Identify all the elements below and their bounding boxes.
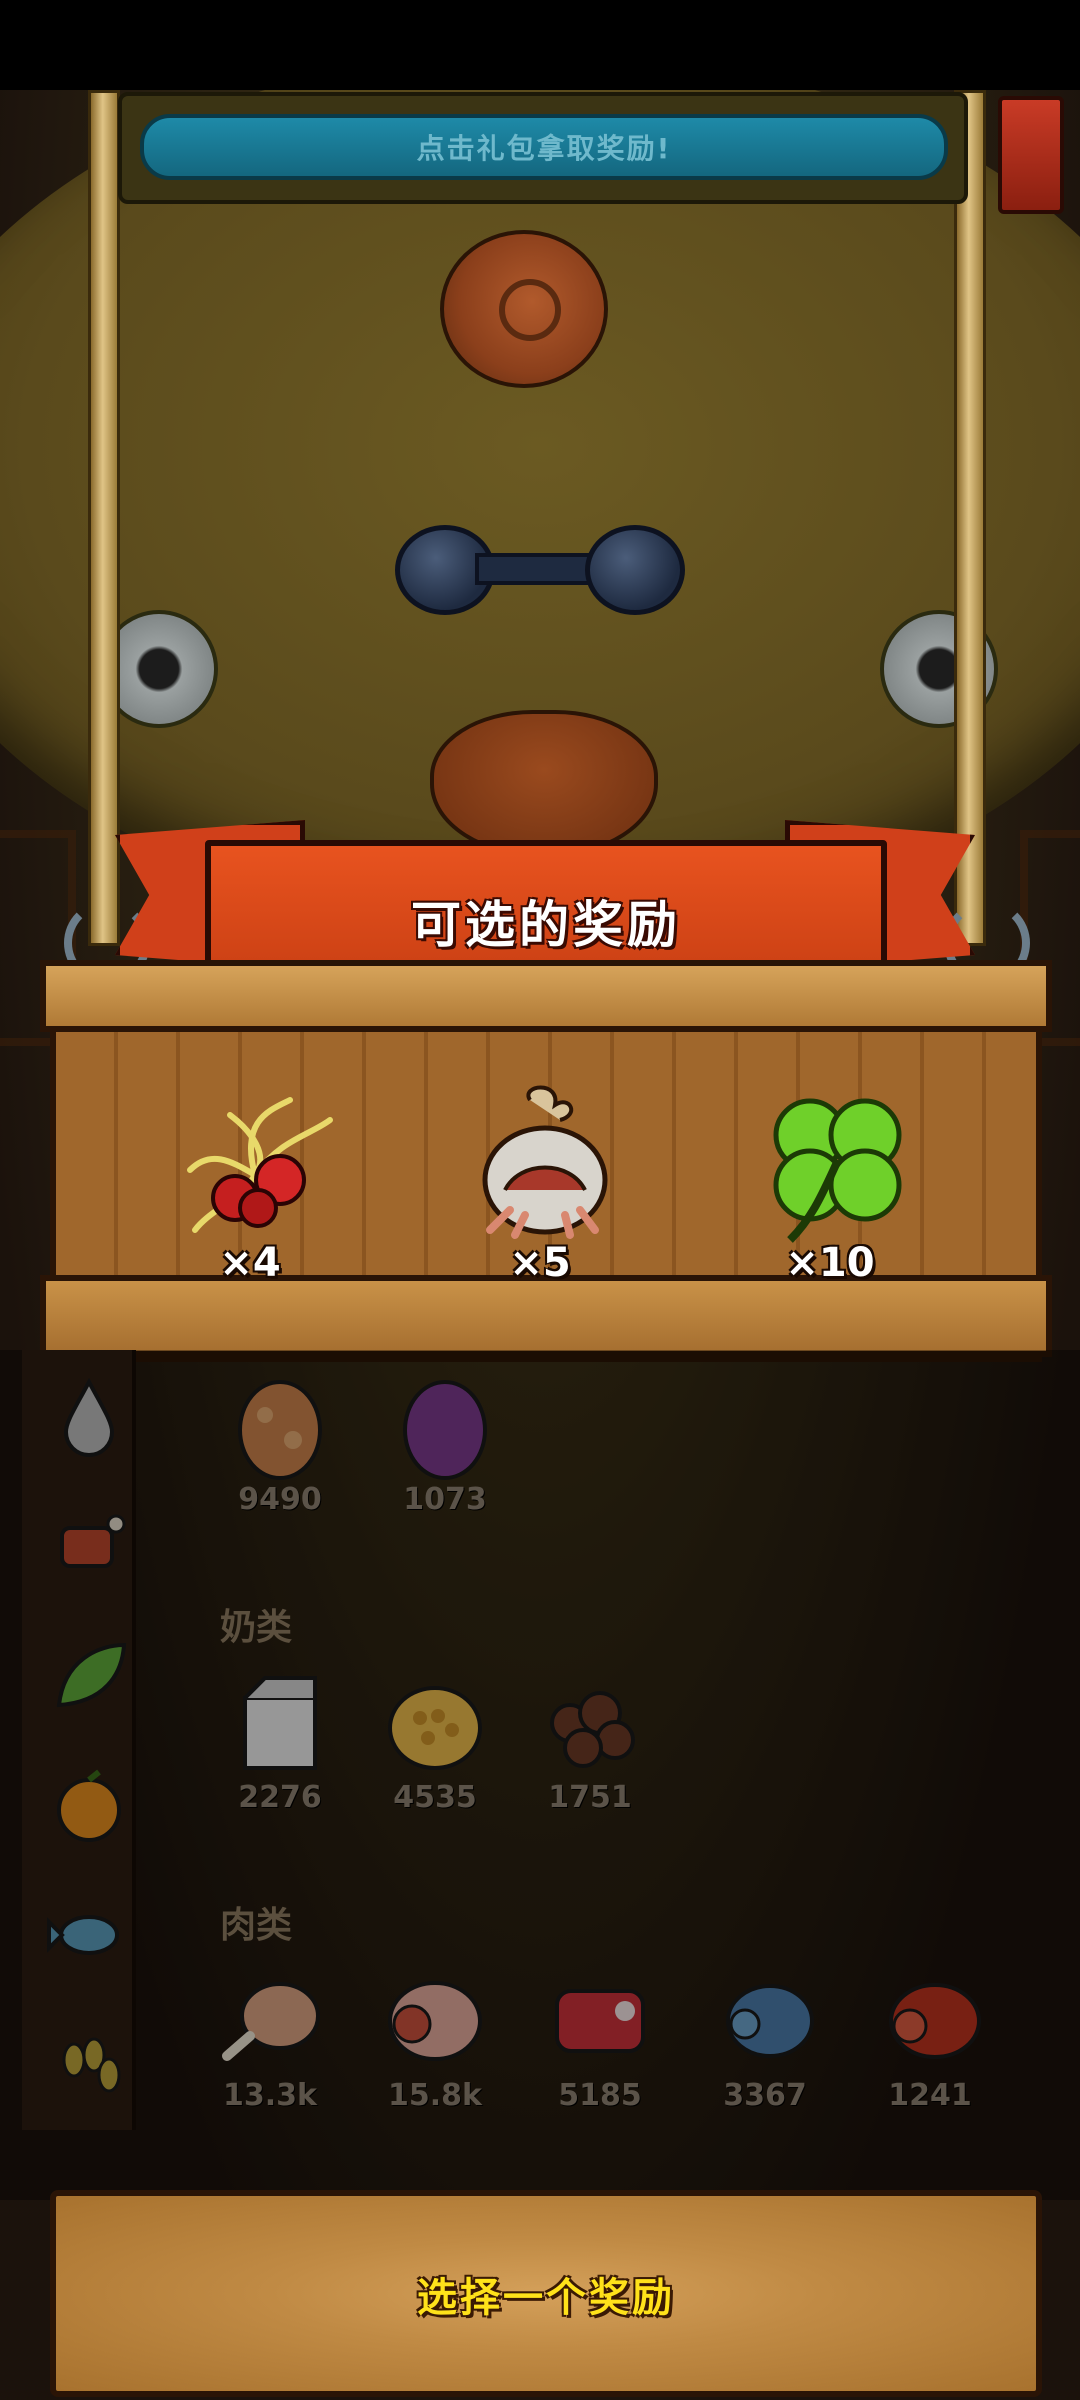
goggle-lens-right	[585, 525, 685, 615]
inventory-item[interactable]: 2276	[210, 1668, 350, 1828]
purple-egg-icon	[403, 1380, 487, 1480]
chocolate-balls-icon	[550, 1691, 635, 1768]
inventory-item[interactable]: 15.8k	[365, 1966, 505, 2126]
item-count: 4535	[393, 1780, 477, 1815]
red-meat-roll-icon	[889, 1983, 981, 2059]
item-count: 1751	[548, 1780, 632, 1815]
reward-qty: ×4	[219, 1240, 281, 1286]
inventory-item[interactable]: 1241	[860, 1966, 1000, 2126]
item-count: 3367	[723, 2078, 807, 2113]
inventory-item[interactable]: 13.3k	[200, 1966, 340, 2126]
gift-box-icon[interactable]	[998, 96, 1064, 214]
item-count: 1073	[403, 1482, 487, 1517]
category-sidebar	[22, 1350, 136, 2130]
orange-egg-icon	[238, 1380, 322, 1480]
four-leaf-clover-icon	[773, 1098, 902, 1243]
section-title-meat: 肉类	[220, 1905, 293, 1946]
leaf-icon[interactable]	[44, 1630, 134, 1720]
right-rope	[954, 90, 986, 946]
item-count: 13.3k	[223, 2078, 317, 2113]
grain-icon[interactable]	[44, 2020, 134, 2110]
reward-qty: ×10	[785, 1240, 875, 1286]
hermit-crab-shell-icon	[482, 1085, 608, 1239]
milk-carton-icon	[243, 1676, 317, 1770]
drumstick-icon	[222, 1982, 320, 2061]
item-count: 9490	[238, 1482, 322, 1517]
reward-box-top	[40, 960, 1052, 1032]
snail-decoration	[440, 230, 608, 388]
inventory-item[interactable]: 5185	[530, 1966, 670, 2126]
reward-option-berry[interactable]: ×4	[150, 1080, 350, 1300]
inventory-item[interactable]: 1073	[375, 1370, 515, 1530]
left-rope	[88, 90, 120, 946]
goggles-decoration	[395, 525, 685, 615]
orange-icon[interactable]	[44, 1760, 134, 1850]
choose-reward-board[interactable]: 选择一个奖励	[50, 2190, 1042, 2397]
ribbon-title: 可选的奖励	[411, 896, 681, 954]
inventory-item[interactable]: 4535	[365, 1668, 505, 1828]
reward-option-shell[interactable]: ×5	[440, 1080, 640, 1300]
steak-icon	[555, 1989, 645, 2053]
reward-option-clover[interactable]: ×10	[730, 1080, 930, 1300]
inventory-item[interactable]: 1751	[520, 1668, 660, 1828]
hint-text: 点击礼包拿取奖励!	[416, 132, 672, 165]
item-count: 1241	[888, 2078, 972, 2113]
item-count: 15.8k	[388, 2078, 482, 2113]
inventory-item[interactable]: 3367	[695, 1966, 835, 2126]
choose-reward-label: 选择一个奖励	[417, 2274, 675, 2321]
blue-meat-icon	[726, 1984, 814, 2058]
inventory-item[interactable]: 9490	[210, 1370, 350, 1530]
fish-icon[interactable]	[44, 1890, 134, 1980]
red-berry-vine-icon	[187, 1097, 333, 1233]
hint-banner: 点击礼包拿取奖励!	[140, 114, 948, 180]
beak-decoration	[430, 710, 658, 858]
inventory-panel: 9490 1073 奶类 2276 4535 1751 肉类 13.3k 15.…	[140, 1350, 1080, 2180]
ham-icon	[388, 1981, 482, 2061]
honeycomb-icon	[388, 1686, 482, 1770]
meat-icon[interactable]	[44, 1500, 134, 1590]
reward-qty: ×5	[509, 1240, 571, 1286]
item-count: 2276	[238, 1780, 322, 1815]
section-title-dairy: 奶类	[220, 1607, 293, 1648]
status-bar	[0, 0, 1080, 90]
item-count: 5185	[558, 2078, 642, 2113]
droplet-icon[interactable]	[44, 1370, 134, 1460]
hint-board: 点击礼包拿取奖励!	[118, 92, 968, 204]
